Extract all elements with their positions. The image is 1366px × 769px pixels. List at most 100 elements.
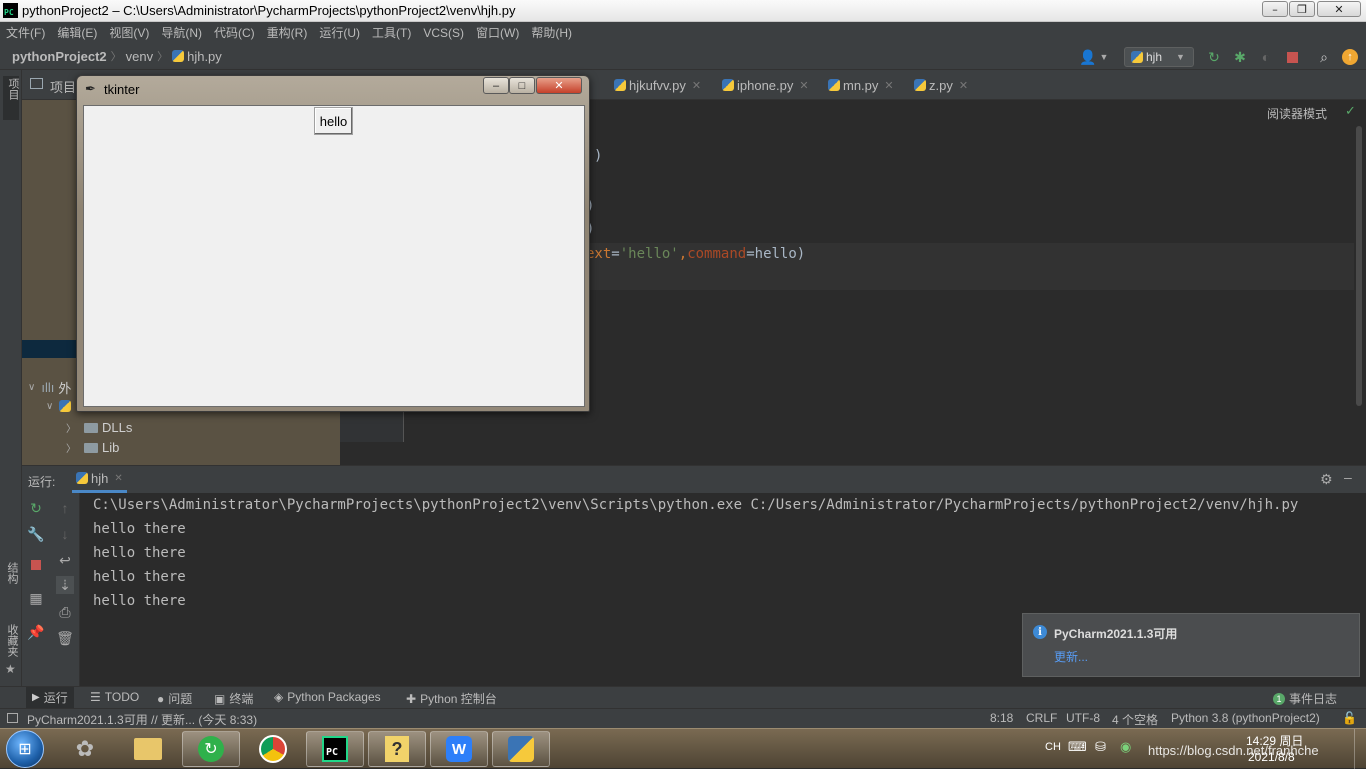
tab-hjkufvv[interactable]: hjkufvv.py ✕ xyxy=(614,70,701,100)
window-titlebar: PC pythonProject2 – C:\Users\Administrat… xyxy=(0,0,1366,22)
update-notification[interactable]: i PyCharm2021.1.3可用 更新... xyxy=(1022,613,1360,677)
menu-window[interactable]: 窗口(W) xyxy=(470,22,525,44)
terminal-icon: ▣ xyxy=(214,691,226,706)
tree-item-venv[interactable]: ∨ xyxy=(46,400,74,412)
pin-icon[interactable]: 📌 xyxy=(27,623,45,641)
tool-tab-python-console[interactable]: ✚ Python 控制台 xyxy=(406,690,497,707)
tree-item-external-libs[interactable]: ∨ ıllı 外 xyxy=(28,378,71,397)
tray-date[interactable]: 2021/8/8 xyxy=(1248,750,1295,764)
keyboard-icon[interactable]: ⌨ xyxy=(1068,739,1087,755)
security-icon[interactable]: ◉ xyxy=(1120,739,1131,755)
up-arrow-icon[interactable]: ↑ xyxy=(56,499,74,517)
tray-time[interactable]: 14:29 周日 xyxy=(1246,732,1303,749)
update-icon[interactable]: ↑ xyxy=(1342,49,1358,65)
wrench-icon[interactable]: 🔧 xyxy=(27,525,45,543)
start-button[interactable]: ⊞ xyxy=(6,730,44,768)
close-icon[interactable]: ✕ xyxy=(884,79,893,92)
breadcrumb-folder[interactable]: venv xyxy=(126,49,153,64)
tray-language[interactable]: CH xyxy=(1045,741,1061,753)
editor-scrollbar[interactable] xyxy=(1356,126,1362,406)
menu-edit[interactable]: 编辑(E) xyxy=(51,22,103,44)
debug-icon[interactable]: ✱ xyxy=(1232,49,1248,65)
tree-item-dlls[interactable]: 〉 DLLs xyxy=(66,420,132,435)
tab-iphone[interactable]: iphone.py ✕ xyxy=(722,70,809,100)
breadcrumb-project[interactable]: pythonProject2 xyxy=(12,49,107,64)
run-config-select[interactable]: hjh ▼ xyxy=(1124,47,1194,67)
menu-navigate[interactable]: 导航(N) xyxy=(155,22,208,44)
tree-item-lib[interactable]: 〉 Lib xyxy=(66,440,119,455)
down-arrow-icon[interactable]: ↓ xyxy=(56,525,74,543)
tk-maximize-button[interactable]: □ xyxy=(509,77,535,94)
menu-refactor[interactable]: 重构(R) xyxy=(261,22,314,44)
breadcrumb-file[interactable]: hjh.py xyxy=(187,49,222,64)
menu-code[interactable]: 代码(C) xyxy=(208,22,261,44)
tool-tab-problems[interactable]: ● 问题 xyxy=(157,690,192,707)
taskbar-pycharm[interactable]: PC xyxy=(306,731,364,767)
network-icon[interactable]: ⛁ xyxy=(1095,739,1106,755)
rerun-icon[interactable]: ↻ xyxy=(27,499,45,517)
user-icon[interactable]: 👤 xyxy=(1079,49,1096,65)
status-message[interactable]: PyCharm2021.1.3可用 // 更新... (今天 8:33) xyxy=(27,711,257,728)
scroll-to-end-icon[interactable]: ⇣ xyxy=(56,576,74,594)
run-tab-hjh[interactable]: hjh ✕ xyxy=(72,466,127,493)
hide-panel-icon[interactable]: – xyxy=(1344,469,1352,485)
close-icon[interactable]: ✕ xyxy=(692,79,701,92)
taskbar-pinwheel-app[interactable]: ✿ xyxy=(56,731,114,767)
lock-icon[interactable]: 🔓 xyxy=(1342,711,1357,725)
taskbar-360-app[interactable]: ↻ xyxy=(182,731,240,767)
trash-icon[interactable]: 🗑 xyxy=(56,629,74,647)
tk-close-button[interactable]: ✕ xyxy=(536,77,582,94)
taskbar-help-app[interactable]: ? xyxy=(368,731,426,767)
tab-mn[interactable]: mn.py ✕ xyxy=(828,70,894,100)
taskbar-python[interactable] xyxy=(492,731,550,767)
tool-tab-run[interactable]: ▶ 运行 xyxy=(26,687,74,708)
tool-tab-terminal[interactable]: ▣ 终端 xyxy=(214,690,253,707)
close-icon[interactable]: ✕ xyxy=(114,473,122,484)
stop-icon[interactable] xyxy=(27,556,45,574)
hello-button[interactable]: hello xyxy=(314,107,353,135)
minimize-button[interactable]: – xyxy=(1262,1,1288,17)
print-icon[interactable]: ⎙ xyxy=(56,603,74,621)
gear-icon[interactable]: ⚙ xyxy=(1320,471,1333,488)
favorites-tool-label[interactable]: 收藏夹 xyxy=(4,624,20,657)
search-icon[interactable]: ⌕ xyxy=(1316,49,1332,65)
taskbar-explorer[interactable] xyxy=(119,731,177,767)
taskbar-wps[interactable]: W xyxy=(430,731,488,767)
menu-help[interactable]: 帮助(H) xyxy=(525,22,578,44)
tool-tab-todo[interactable]: ☰ TODO xyxy=(90,690,139,704)
file-encoding[interactable]: UTF-8 xyxy=(1066,711,1100,725)
project-tool-button[interactable]: 项目 xyxy=(3,76,19,120)
project-icon xyxy=(30,78,43,89)
menu-vcs[interactable]: VCS(S) xyxy=(417,22,470,44)
event-log-button[interactable]: 1 事件日志 xyxy=(1273,690,1337,707)
menu-run[interactable]: 运行(U) xyxy=(313,22,366,44)
structure-tool-label[interactable]: 结构 xyxy=(4,562,20,584)
status-toggle-icon[interactable] xyxy=(7,713,18,723)
soft-wrap-icon[interactable]: ↩ xyxy=(56,551,74,569)
close-button[interactable]: ✕ xyxy=(1317,1,1361,17)
interpreter-selector[interactable]: Python 3.8 (pythonProject2) xyxy=(1171,711,1320,725)
reader-mode-toggle[interactable]: 阅读器模式 xyxy=(1267,105,1327,122)
close-icon[interactable]: ✕ xyxy=(959,79,968,92)
menu-tools[interactable]: 工具(T) xyxy=(366,22,417,44)
close-icon[interactable]: ✕ xyxy=(799,79,808,92)
show-desktop-button[interactable] xyxy=(1354,729,1366,769)
maximize-button[interactable]: ❐ xyxy=(1289,1,1315,17)
tk-minimize-button[interactable]: – xyxy=(483,77,509,94)
tool-tab-python-packages[interactable]: ◈ Python Packages xyxy=(274,690,381,704)
coverage-icon[interactable]: ◐ xyxy=(1258,49,1274,65)
tab-z[interactable]: z.py ✕ xyxy=(914,70,968,100)
update-link[interactable]: 更新... xyxy=(1054,648,1088,665)
menu-view[interactable]: 视图(V) xyxy=(103,22,155,44)
taskbar-chrome[interactable] xyxy=(244,731,302,767)
indent-setting[interactable]: 4 个空格 xyxy=(1112,711,1158,728)
stop-icon[interactable] xyxy=(1284,49,1300,65)
folder-icon xyxy=(84,422,98,433)
python-file-icon xyxy=(914,79,926,91)
caret-position[interactable]: 8:18 xyxy=(990,711,1013,725)
code-token: , xyxy=(678,246,688,262)
menu-file[interactable]: 文件(F) xyxy=(0,22,51,44)
layout-icon[interactable]: ▦ xyxy=(27,589,45,607)
line-separator[interactable]: CRLF xyxy=(1026,711,1057,725)
rerun-icon[interactable]: ↻ xyxy=(1206,49,1222,65)
